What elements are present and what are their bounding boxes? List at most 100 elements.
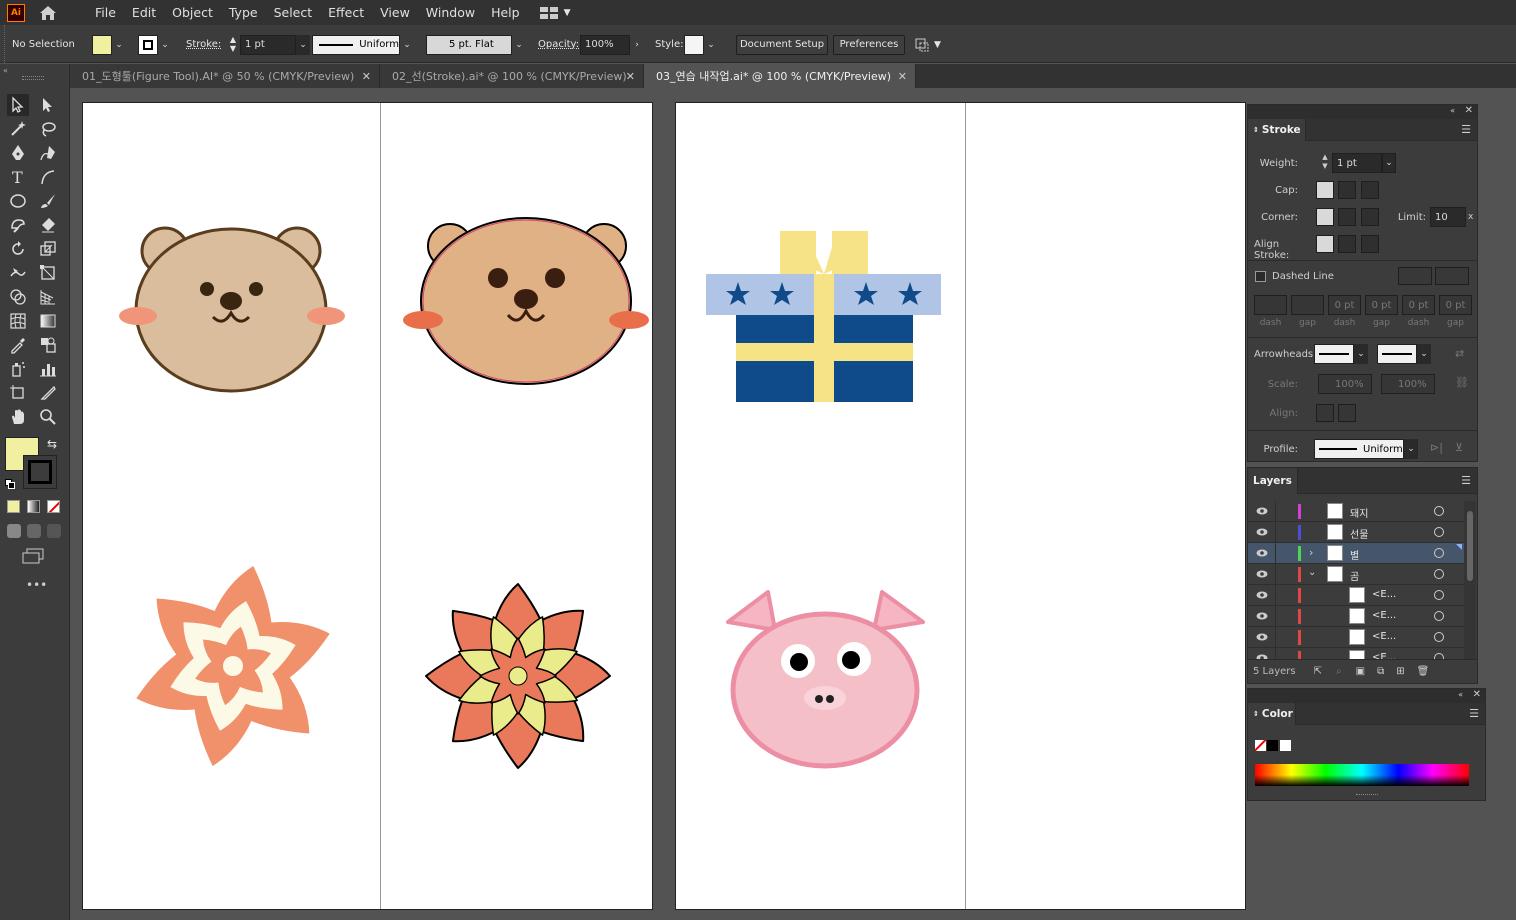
type-tool-icon[interactable]: T (7, 166, 29, 188)
eye-icon[interactable] (1256, 527, 1268, 537)
target-icon[interactable] (1434, 611, 1444, 621)
dash-preserve-button[interactable] (1398, 267, 1432, 285)
column-graph-tool-icon[interactable] (37, 358, 59, 380)
align-outside-button[interactable] (1361, 235, 1379, 253)
flip-across-icon[interactable]: ⊻ (1455, 441, 1463, 454)
profile-dropdown[interactable]: Uniform (1314, 439, 1404, 459)
align-inside-button[interactable] (1338, 235, 1356, 253)
menu-view[interactable]: View (372, 5, 418, 20)
eye-icon[interactable] (1256, 611, 1268, 621)
color-panel-tab[interactable]: ⇕ Color (1248, 703, 1296, 725)
grip-icon[interactable] (22, 76, 44, 80)
end-arrowhead-dropdown[interactable] (1377, 344, 1417, 364)
white-swatch[interactable] (1280, 740, 1291, 751)
screen-mode-icon[interactable] (22, 548, 44, 564)
menu-file[interactable]: File (87, 5, 124, 20)
perspective-grid-tool-icon[interactable] (37, 286, 59, 308)
dash-gap-field[interactable] (1254, 295, 1287, 315)
rotate-tool-icon[interactable] (7, 238, 29, 260)
stroke-color-box[interactable] (23, 455, 57, 489)
gradient-tool-icon[interactable] (37, 310, 59, 332)
stepper-icon[interactable]: ▲ ▼ (226, 35, 240, 55)
eye-icon[interactable] (1256, 548, 1268, 558)
layer-row[interactable]: › 별 (1248, 543, 1464, 564)
chevron-down-icon[interactable]: ⌄ (1354, 344, 1368, 364)
round-join-button[interactable] (1338, 208, 1356, 226)
black-swatch[interactable] (1267, 740, 1278, 751)
arrow-tip-extend-button[interactable] (1316, 404, 1334, 422)
magic-wand-tool-icon[interactable] (7, 118, 29, 140)
layer-name[interactable]: <E... (1372, 589, 1396, 600)
target-icon[interactable] (1434, 590, 1444, 600)
panel-menu-icon[interactable]: ☰ (1469, 707, 1479, 720)
scale-tool-icon[interactable] (37, 238, 59, 260)
tab-doc-2[interactable]: 02_선(Stroke).ai* @ 100 % (CMYK/Preview) … (380, 64, 644, 88)
limit-field[interactable]: 10 (1430, 207, 1466, 227)
dash-gap-field[interactable]: 0 pt (1328, 295, 1361, 315)
draw-normal-icon[interactable] (7, 524, 21, 538)
menu-help[interactable]: Help (483, 5, 528, 20)
resize-grip-icon[interactable] (1356, 794, 1378, 798)
more-tools-icon[interactable]: ••• (26, 578, 47, 592)
swap-fill-stroke-icon[interactable]: ⇆ (47, 437, 57, 451)
draw-behind-icon[interactable] (27, 524, 41, 538)
flip-along-icon[interactable]: ⊳| (1430, 441, 1443, 454)
curvature-tool-icon[interactable] (37, 142, 59, 164)
artboard-1[interactable] (82, 102, 653, 910)
stroke-swatch[interactable] (138, 34, 158, 55)
chevron-down-icon[interactable]: ⌄ (704, 35, 718, 55)
chevron-down-icon[interactable]: ⌄ (512, 35, 526, 55)
target-icon[interactable] (1434, 506, 1444, 516)
close-icon[interactable]: ✕ (1473, 689, 1481, 700)
projecting-cap-button[interactable] (1361, 181, 1379, 199)
arrange-icon[interactable]: ▼ (914, 34, 941, 55)
free-transform-tool-icon[interactable] (37, 262, 59, 284)
dash-gap-field[interactable]: 0 pt (1365, 295, 1398, 315)
chevron-down-icon[interactable]: ⌄ (112, 35, 126, 55)
link-scale-icon[interactable]: ⛓ (1455, 376, 1469, 389)
lasso-tool-icon[interactable] (37, 118, 59, 140)
delete-icon[interactable]: 🗑 (1417, 666, 1430, 677)
layer-name[interactable]: <E... (1372, 610, 1396, 621)
ellipse-tool-icon[interactable] (7, 190, 29, 212)
new-layer-icon[interactable]: ⊞ (1396, 666, 1404, 677)
layer-name[interactable]: 곰 (1350, 568, 1359, 583)
miter-join-button[interactable] (1316, 208, 1334, 226)
selection-tool-icon[interactable] (7, 94, 29, 116)
chevron-down-icon[interactable]: ⌄ (400, 35, 414, 55)
hand-tool-icon[interactable] (7, 406, 29, 428)
layers-scrollbar[interactable] (1464, 501, 1476, 659)
chevron-right-icon[interactable]: › (630, 35, 644, 55)
layer-name[interactable]: 별 (1350, 547, 1359, 562)
layer-row[interactable]: 돼지 (1248, 501, 1464, 522)
stroke-label[interactable]: Stroke: (186, 34, 221, 55)
default-colors-icon[interactable] (5, 479, 15, 489)
dash-gap-field[interactable] (1291, 295, 1324, 315)
sublayer-row[interactable]: <E... (1248, 606, 1464, 627)
zoom-tool-icon[interactable] (37, 406, 59, 428)
stroke-weight-field[interactable]: 1 pt (240, 34, 296, 55)
none-swatch[interactable] (1255, 740, 1266, 751)
draw-inside-icon[interactable] (47, 524, 61, 538)
tab-doc-1[interactable]: 01_도형툴(Figure Tool).AI* @ 50 % (CMYK/Pre… (70, 64, 380, 88)
layers-panel-tab[interactable]: Layers (1248, 468, 1298, 494)
collapse-icon[interactable]: « (3, 66, 8, 75)
document-setup-button[interactable]: Document Setup (736, 34, 828, 55)
target-icon[interactable] (1434, 548, 1444, 558)
artboard-2[interactable] (675, 102, 1246, 910)
symbol-sprayer-tool-icon[interactable] (7, 358, 29, 380)
paintbrush-tool-icon[interactable] (37, 190, 59, 212)
eraser-tool-icon[interactable] (37, 214, 59, 236)
profile-dropdown[interactable]: Uniform (312, 34, 400, 55)
eye-icon[interactable] (1256, 632, 1268, 642)
shape-builder-tool-icon[interactable] (7, 286, 29, 308)
gradient-mode-icon[interactable] (27, 500, 40, 513)
stepper-icon[interactable]: ▲ ▼ (1318, 153, 1332, 173)
menu-type[interactable]: Type (221, 5, 266, 20)
home-icon[interactable] (37, 4, 59, 22)
close-icon[interactable]: ✕ (898, 70, 907, 83)
tab-doc-3[interactable]: 03_연습 내작업.ai* @ 100 % (CMYK/Preview) ✕ (644, 64, 916, 88)
slice-tool-icon[interactable] (37, 382, 59, 404)
start-arrowhead-dropdown[interactable] (1314, 344, 1354, 364)
stroke-panel-tab[interactable]: ⇕ Stroke (1248, 119, 1306, 141)
